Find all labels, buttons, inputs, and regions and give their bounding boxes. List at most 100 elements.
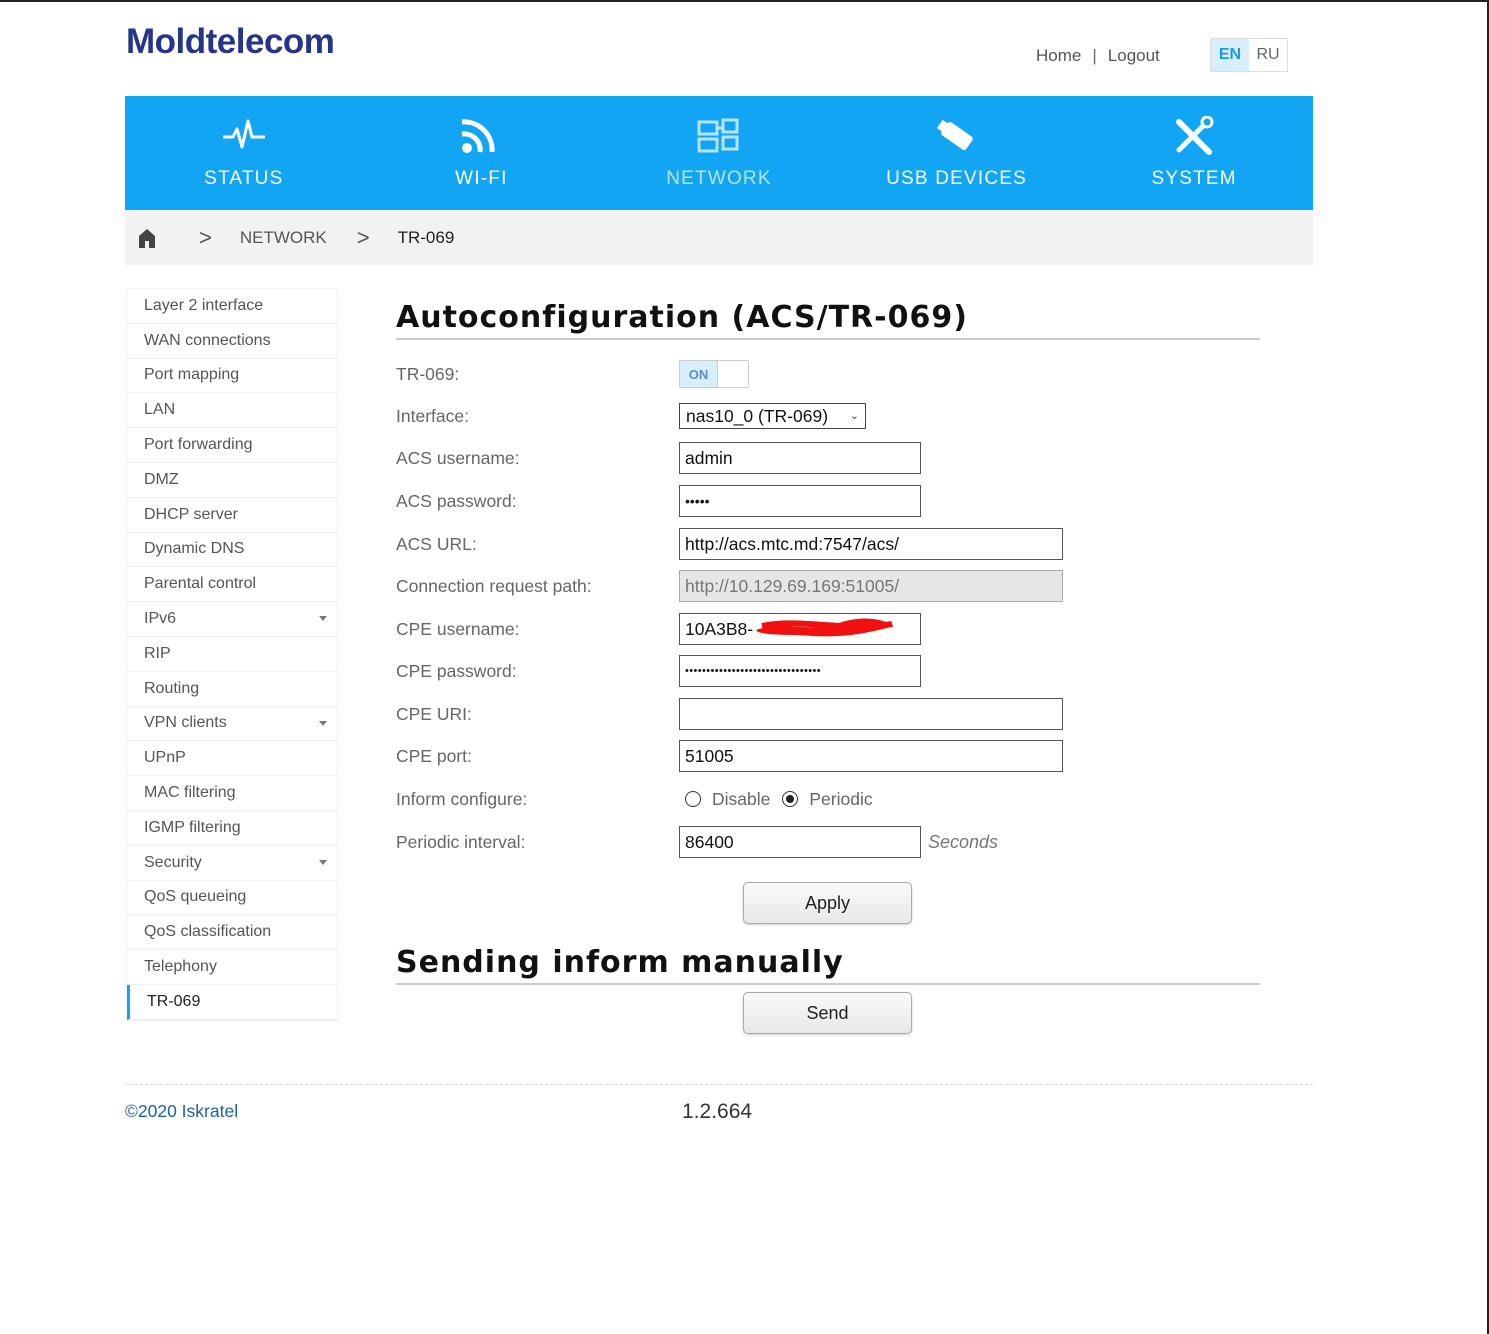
sidebar-item-label: QoS classification xyxy=(144,923,272,941)
sidebar-item-label: Layer 2 interface xyxy=(144,296,264,314)
sidebar-item-qos-queue[interactable]: QoS queueing xyxy=(127,881,337,916)
sidebar-item-wan[interactable]: WAN connections xyxy=(127,324,337,359)
window-top-border xyxy=(0,0,1489,2)
sidebar-item-label: DMZ xyxy=(144,470,179,488)
nav-wifi[interactable]: WI-FI xyxy=(363,96,601,210)
sidebar: Layer 2 interface WAN connections Port m… xyxy=(126,288,338,1021)
nav-status-label: STATUS xyxy=(204,168,284,189)
cpe-password-input[interactable]: •••••••••••••••••••••••••••••••• xyxy=(679,655,921,687)
row-acs-username: ACS username: admin xyxy=(396,442,1260,474)
main-content: Autoconfiguration (ACS/TR-069) TR-069: O… xyxy=(396,300,1260,1034)
sidebar-item-label: Security xyxy=(144,853,202,871)
sidebar-item-mac-filtering[interactable]: MAC filtering xyxy=(127,776,337,811)
nav-system[interactable]: SYSTEM xyxy=(1075,96,1313,210)
nav-usb-devices[interactable]: USB DEVICES xyxy=(838,96,1076,210)
sidebar-item-label: Telephony xyxy=(144,958,217,976)
tr069-toggle[interactable]: ON xyxy=(679,360,749,388)
radio-selected-dot xyxy=(786,795,795,803)
nav-status[interactable]: STATUS xyxy=(125,96,363,210)
radio-periodic[interactable]: Periodic xyxy=(782,788,873,810)
sidebar-item-port-forwarding[interactable]: Port forwarding xyxy=(127,428,337,463)
nav-network[interactable]: NETWORK xyxy=(600,96,838,210)
sidebar-item-tr069[interactable]: TR-069 xyxy=(127,984,337,1020)
sidebar-item-ipv6[interactable]: IPv6 xyxy=(127,602,337,637)
page-title: Autoconfiguration (ACS/TR-069) xyxy=(396,300,1260,340)
sidebar-item-label: Parental control xyxy=(144,575,257,593)
sidebar-item-dhcp[interactable]: DHCP server xyxy=(127,498,337,533)
sidebar-item-igmp[interactable]: IGMP filtering xyxy=(127,811,337,846)
inform-radio-group: Disable Periodic xyxy=(685,789,885,810)
apply-button[interactable]: Apply xyxy=(743,882,912,924)
tr069-label: TR-069: xyxy=(396,363,460,384)
radio-disable-circle[interactable] xyxy=(685,791,701,807)
nav-network-label: NETWORK xyxy=(666,168,772,189)
copyright-link[interactable]: ©2020 Iskratel xyxy=(125,1101,238,1122)
radio-periodic-circle[interactable] xyxy=(782,791,799,807)
toggle-state: ON xyxy=(680,361,717,387)
sidebar-item-routing[interactable]: Routing xyxy=(127,672,337,707)
main-nav: STATUS WI-FI NETWORK USB DEVICES SYSTEM xyxy=(125,96,1313,210)
breadcrumb-network[interactable]: NETWORK xyxy=(240,228,327,248)
periodic-interval-input[interactable]: 86400 xyxy=(679,826,921,858)
row-inform: Inform configure: Disable Periodic xyxy=(396,783,1260,815)
link-separator: | xyxy=(1092,46,1097,65)
row-interface: Interface: nas10_0 (TR-069) ⌄ xyxy=(396,400,1260,432)
manual-section-title: Sending inform manually xyxy=(396,945,1260,985)
breadcrumb-current: TR-069 xyxy=(397,227,455,247)
row-periodic-interval: Periodic interval: 86400 Seconds xyxy=(396,826,1260,858)
tools-icon xyxy=(1171,114,1217,158)
lang-ru-button[interactable]: RU xyxy=(1249,39,1287,71)
top-links: Home | Logout xyxy=(1036,46,1160,66)
toggle-knob xyxy=(717,361,748,387)
sidebar-item-qos-class[interactable]: QoS classification xyxy=(127,915,337,951)
sidebar-item-port-mapping[interactable]: Port mapping xyxy=(127,359,337,394)
sidebar-item-ddns[interactable]: Dynamic DNS xyxy=(127,533,337,568)
sidebar-item-lan[interactable]: LAN xyxy=(127,393,337,429)
sidebar-item-label: Port forwarding xyxy=(144,436,253,454)
sidebar-item-security[interactable]: Security xyxy=(127,846,337,881)
network-icon xyxy=(696,114,742,158)
usb-icon xyxy=(934,114,980,158)
interface-select[interactable]: nas10_0 (TR-069) ⌄ xyxy=(679,403,866,429)
conn-req-path-input: http://10.129.69.169:51005/ xyxy=(679,570,1063,602)
nav-system-label: SYSTEM xyxy=(1151,168,1237,189)
caret-down-icon xyxy=(319,859,327,865)
cpe-port-input[interactable]: 51005 xyxy=(679,740,1063,772)
home-icon[interactable] xyxy=(137,227,157,249)
acs-password-input[interactable]: ••••• xyxy=(679,485,921,517)
radio-disable[interactable]: Disable xyxy=(685,789,770,810)
radio-periodic-label: Periodic xyxy=(809,788,873,809)
logout-link[interactable]: Logout xyxy=(1108,46,1160,66)
sidebar-item-parental[interactable]: Parental control xyxy=(127,567,337,603)
sidebar-item-label: VPN clients xyxy=(144,714,227,732)
cpe-uri-input[interactable] xyxy=(679,698,1063,730)
send-button[interactable]: Send xyxy=(743,992,912,1034)
acs-url-input[interactable]: http://acs.mtc.md:7547/acs/ xyxy=(679,528,1063,560)
row-tr069: TR-069: ON xyxy=(396,358,1260,390)
chevron-right-icon: > xyxy=(199,224,212,250)
lang-en-button[interactable]: EN xyxy=(1211,39,1249,71)
acs-username-input[interactable]: admin xyxy=(679,442,921,474)
inform-label: Inform configure: xyxy=(396,788,528,809)
sidebar-item-vpn[interactable]: VPN clients xyxy=(127,707,337,742)
sidebar-item-rip[interactable]: RIP xyxy=(127,637,337,672)
row-cpe-password: CPE password: ••••••••••••••••••••••••••… xyxy=(396,655,1260,687)
sidebar-item-label: DHCP server xyxy=(144,505,238,523)
acs-password-label: ACS password: xyxy=(396,490,517,511)
breadcrumb: > NETWORK > TR-069 xyxy=(125,210,1313,265)
conn-req-label: Connection request path: xyxy=(396,575,592,596)
caret-down-icon xyxy=(319,616,327,622)
row-cpe-uri: CPE URI: xyxy=(396,698,1260,730)
chevron-right-icon: > xyxy=(356,224,370,250)
sidebar-item-layer2[interactable]: Layer 2 interface xyxy=(127,289,337,324)
chevron-down-icon: ⌄ xyxy=(849,410,859,422)
nav-usb-label: USB DEVICES xyxy=(886,168,1028,189)
row-cpe-port: CPE port: 51005 xyxy=(396,740,1260,772)
home-link[interactable]: Home xyxy=(1036,46,1081,66)
sidebar-item-upnp[interactable]: UPnP xyxy=(127,741,337,777)
periodic-interval-label: Periodic interval: xyxy=(396,831,526,852)
sidebar-item-dmz[interactable]: DMZ xyxy=(127,463,337,498)
periodic-unit: Seconds xyxy=(928,831,999,852)
sidebar-item-telephony[interactable]: Telephony xyxy=(127,950,337,985)
brand-logo[interactable]: Moldtelecom xyxy=(126,22,335,62)
